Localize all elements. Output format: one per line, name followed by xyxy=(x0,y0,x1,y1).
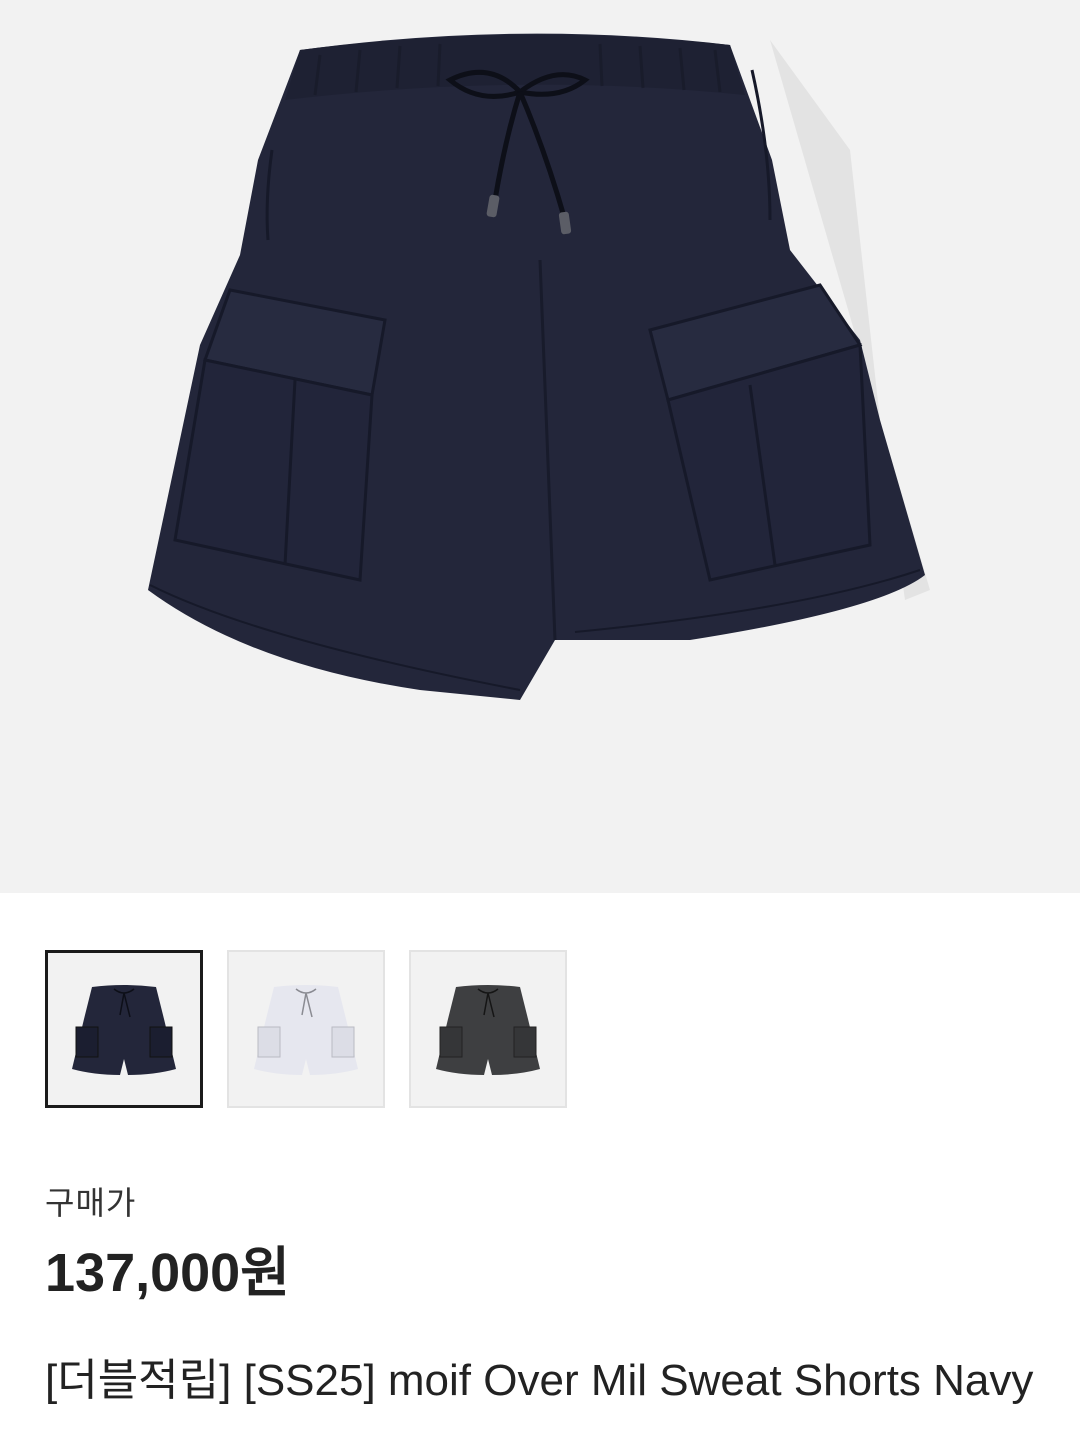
thumbnail-navy[interactable] xyxy=(45,950,203,1108)
shorts-white-icon xyxy=(254,985,358,1075)
thumbnail-charcoal[interactable] xyxy=(409,950,567,1108)
product-page: 구매가 137,000원 [더블적립] [SS25] moif Over Mil… xyxy=(0,0,1080,1440)
product-hero-image[interactable] xyxy=(0,0,1080,893)
product-price: 137,000원 xyxy=(45,1243,290,1303)
thumbnail-white[interactable] xyxy=(227,950,385,1108)
shorts-illustration xyxy=(148,33,930,701)
product-title: [더블적립] [SS25] moif Over Mil Sweat Shorts… xyxy=(45,1356,1034,1405)
color-thumbnails xyxy=(45,950,567,1108)
shorts-charcoal-icon xyxy=(436,985,540,1075)
price-label: 구매가 xyxy=(45,1185,137,1221)
shorts-navy-icon xyxy=(72,985,176,1075)
